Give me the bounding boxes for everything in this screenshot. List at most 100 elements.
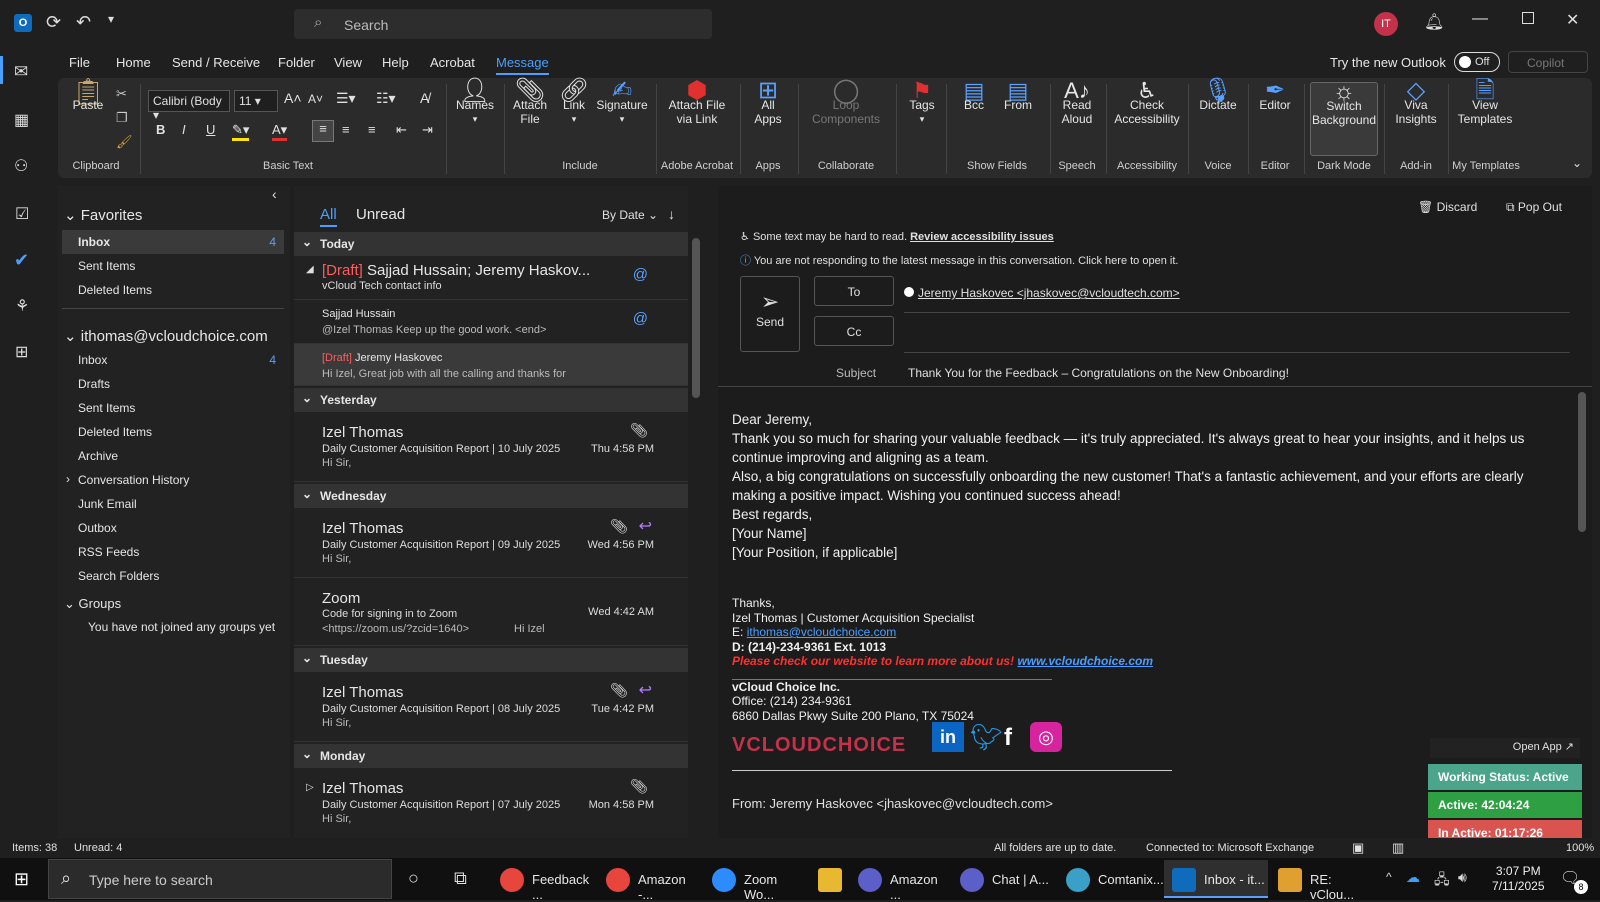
dictate-button[interactable]: 🎙︎ Dictate [1194,79,1242,113]
folder-sent[interactable]: Sent Items [78,401,135,415]
discard-button[interactable]: 🗑︎ Discard [1418,200,1477,214]
names-button[interactable]: 👤︎ Names ▾ [452,79,498,126]
menu-view[interactable]: View [334,55,362,70]
taskbar-app-comtanix[interactable]: Comtanix... [1058,860,1164,898]
folder-outbox[interactable]: Outbox [78,521,117,535]
reading-view-icon[interactable]: ▥ [1392,840,1404,856]
minimize-icon[interactable]: — [1472,10,1488,28]
twitter-icon[interactable]: 🐦︎ [970,722,1003,753]
chevron-up-icon[interactable]: ^ [1386,870,1392,884]
linkedin-icon[interactable]: in [932,722,964,752]
read-aloud-button[interactable]: A♪ Read Aloud [1054,80,1100,127]
bcc-button[interactable]: ▤ Bcc [954,80,994,113]
increase-indent-icon[interactable]: ⇥ [422,122,433,138]
highlight-icon[interactable]: ✎▾ [232,122,250,141]
list-scrollbar[interactable] [692,238,700,398]
account-header[interactable]: ⌄ ithomas@vcloudchoice.com [64,327,268,345]
send-button[interactable]: ➢ Send [740,276,800,352]
volume-icon[interactable]: 🔊︎ [1458,869,1467,886]
all-apps-button[interactable]: ⊞ All Apps [746,79,790,127]
search-input[interactable]: Search [344,17,388,33]
network-icon[interactable]: 🖧︎ [1434,869,1450,893]
body-scrollbar[interactable] [1578,392,1586,532]
folder-rss[interactable]: RSS Feeds [78,545,139,559]
editor-button[interactable]: ✒︎ Editor [1252,79,1298,113]
folder-junk[interactable]: Junk Email [78,497,137,511]
windows-start-icon[interactable]: ⊞ [14,869,29,890]
loop-components-button[interactable]: ◯ Loop Components [802,79,890,127]
mail-icon[interactable]: ✉ [14,62,28,82]
menu-folder[interactable]: Folder [278,55,315,70]
sync-icon[interactable]: ⟳ [46,12,61,33]
collapse-pane-icon[interactable]: ‹ [272,186,277,202]
instagram-icon[interactable]: ◎ [1030,722,1062,752]
folder-archive[interactable]: Archive [78,449,118,463]
group-header-tuesday[interactable]: ⌄ Tuesday [294,648,688,672]
taskbar-app-outlook-inbox[interactable]: Inbox - it... [1164,860,1268,898]
tab-all[interactable]: All [320,206,337,227]
review-accessibility-link[interactable]: Review accessibility issues [910,231,1054,243]
list-item[interactable]: Izel Thomas Daily Customer Acquisition R… [294,672,688,742]
new-outlook-toggle[interactable]: Off [1454,52,1500,72]
normal-view-icon[interactable]: ▣ [1352,840,1364,856]
taskbar-app-chrome-feedback[interactable]: Feedback ... [492,860,596,902]
taskbar-app-chrome-amazon[interactable]: Amazon -... [598,860,702,902]
decrease-indent-icon[interactable]: ⇤ [396,122,407,138]
sig-email-link[interactable]: ithomas@vcloudchoice.com [747,625,897,639]
message-body[interactable]: Dear Jeremy, Thank you so much for shari… [732,410,1562,562]
menu-file[interactable]: File [69,55,90,70]
attach-file-button[interactable]: 📎︎ Attach File [508,79,552,127]
expand-thread-icon[interactable]: ◢ [306,264,314,275]
todo-icon[interactable]: ✔ [14,250,29,271]
maximize-icon[interactable] [1522,12,1534,24]
groups-icon[interactable]: ⚘ [15,296,29,316]
taskbar-app-file-explorer[interactable] [810,860,850,898]
folder-inbox[interactable]: Inbox [78,353,107,367]
check-accessibility-button[interactable]: ♿︎ Check Accessibility [1110,80,1184,127]
bold-icon[interactable]: B [156,122,165,137]
folder-conversation-history[interactable]: Conversation History [78,473,189,487]
facebook-icon[interactable]: f [1004,724,1012,752]
cortana-icon[interactable]: ○ [408,868,419,889]
sort-by-date-button[interactable]: By Date ⌄ [602,208,658,222]
font-size-select[interactable]: 11 ▾ [234,90,278,112]
list-item[interactable]: ◢ [Draft] Sajjad Hussain; Jeremy Haskov.… [294,256,688,300]
font-family-select[interactable]: Calibri (Body ▾ [148,90,230,122]
list-item[interactable]: Zoom Code for signing in to Zoom Wed 4:4… [294,578,688,646]
tab-unread[interactable]: Unread [356,206,405,223]
folder-drafts[interactable]: Drafts [78,377,110,391]
sort-direction-icon[interactable]: ↓ [668,206,675,222]
align-center-icon[interactable]: ≡ [342,122,350,137]
view-templates-button[interactable]: 🗎︎ View Templates [1452,79,1518,127]
to-field[interactable]: Jeremy Haskovec <jhaskovec@vcloudtech.co… [904,286,1180,300]
menu-home[interactable]: Home [116,55,151,70]
subject-field[interactable]: Thank You for the Feedback – Congratulat… [908,366,1289,380]
undo-icon[interactable]: ↶ [76,12,91,33]
cut-icon[interactable]: ✂ [116,86,127,102]
underline-icon[interactable]: U [206,122,215,137]
switch-background-button[interactable]: ☼ Switch Background [1310,80,1378,156]
from-button[interactable]: ▤ From [998,80,1038,113]
cc-button[interactable]: Cc [814,316,894,346]
grow-font-icon[interactable]: A˄ [284,90,302,106]
italic-icon[interactable]: I [182,122,186,137]
list-item[interactable]: Izel Thomas Daily Customer Acquisition R… [294,508,688,578]
expand-thread-icon[interactable]: ▷ [306,782,314,793]
folder-fav-inbox[interactable]: Inbox [78,235,110,249]
more-apps-icon[interactable]: ⊞ [15,342,28,362]
attach-via-link-button[interactable]: ⬢ Attach File via Link [662,79,732,127]
favorites-header[interactable]: ⌄ Favorites [64,206,142,224]
font-color-icon[interactable]: A▾ [272,122,288,141]
copy-icon[interactable]: ❐ [116,110,128,126]
calendar-icon[interactable]: ▦ [14,110,29,130]
clear-format-icon[interactable]: A̸ [420,90,429,106]
taskbar-app-outlook-reply[interactable]: RE: vClou... [1270,860,1374,902]
customize-qat-icon[interactable]: ▾ [108,12,114,26]
taskbar-search-input[interactable]: Type here to search [89,872,213,888]
search-box[interactable]: ⌕ Search [294,9,712,39]
tags-button[interactable]: ⚑ Tags ▾ [904,80,940,126]
format-painter-icon[interactable]: 🖌︎ [116,134,133,150]
menu-send-receive[interactable]: Send / Receive [172,55,260,70]
people-icon[interactable]: ⚇ [14,156,28,176]
folder-fav-deleted[interactable]: Deleted Items [78,283,152,297]
